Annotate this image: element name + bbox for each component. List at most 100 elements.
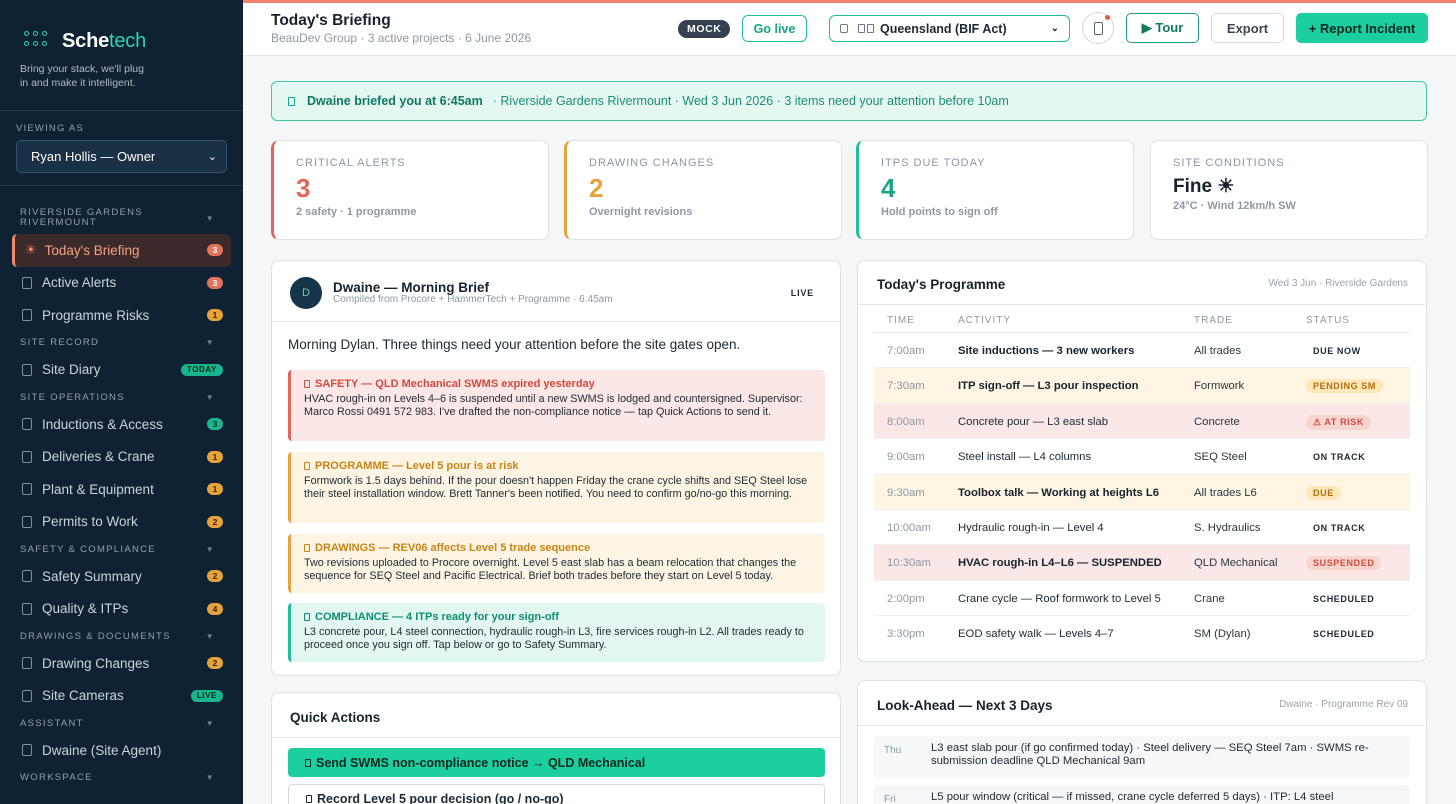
sidebar: Schetech Bring your stack, we'll plug in… — [0, 0, 243, 804]
check-icon — [304, 613, 310, 621]
stat-detail: 2 safety · 1 programme — [296, 206, 417, 218]
alert-safety[interactable]: SAFETY — QLD Mechanical SWMS expired yes… — [288, 370, 825, 441]
status-badge: ON TRACK — [1313, 523, 1366, 533]
status-badge: PENDING SM — [1306, 379, 1384, 394]
calendar-icon — [304, 462, 310, 470]
table-row[interactable]: 9:00am Steel install — L4 columns SEQ St… — [874, 439, 1410, 475]
divider — [858, 725, 1426, 726]
count-badge: 3 — [207, 276, 223, 289]
section-site-record[interactable]: SITE RECORD ▼ — [0, 332, 243, 354]
status-badge: DUE — [1306, 485, 1341, 500]
sidebar-item-drawing-changes[interactable]: Drawing Changes 2 — [0, 647, 243, 680]
shield-icon — [22, 570, 32, 583]
check-icon — [22, 602, 32, 615]
count-badge: 1 — [207, 450, 223, 463]
wrench-icon — [22, 483, 32, 496]
stat-site-conditions[interactable]: SITE CONDITIONS Fine ☀ 24°C · Wind 12km/… — [1150, 140, 1428, 240]
brief-greeting: Morning Dylan. Three things need your at… — [288, 337, 741, 352]
mobile-preview-button[interactable] — [1082, 12, 1114, 44]
sidebar-item-site-cameras[interactable]: Site Cameras LIVE — [0, 680, 243, 713]
look-ahead-title: Look-Ahead — Next 3 Days — [877, 698, 1053, 713]
section-site-operations[interactable]: SITE OPERATIONS ▼ — [0, 386, 243, 408]
record-pour-decision-button[interactable]: Record Level 5 pour decision (go / no-go… — [288, 784, 825, 804]
send-swms-notice-button[interactable]: Send SWMS non-compliance notice → QLD Me… — [288, 748, 825, 777]
briefing-banner: Dwaine briefed you at 6:45am · Riverside… — [271, 81, 1427, 121]
count-badge: 2 — [207, 657, 223, 670]
stat-drawing-changes[interactable]: DRAWING CHANGES 2 Overnight revisions — [564, 140, 842, 240]
live-badge: LIVE — [190, 689, 223, 702]
sidebar-item-programme-risks[interactable]: Programme Risks 1 — [0, 299, 243, 332]
programme-header: Today's Programme Wed 3 Jun · Riverside … — [858, 261, 1426, 305]
stat-itps-due[interactable]: ITPS DUE TODAY 4 Hold points to sign off — [856, 140, 1134, 240]
section-safety-compliance[interactable]: SAFETY & COMPLIANCE ▼ — [0, 538, 243, 560]
list-item[interactable]: Fri L5 pour window (critical — if missed… — [874, 785, 1410, 804]
sidebar-item-deliveries-crane[interactable]: Deliveries & Crane 1 — [0, 441, 243, 474]
status-badge: DUE NOW — [1313, 346, 1361, 356]
phone-icon — [1093, 21, 1103, 35]
chevron-down-icon: ⌄ — [207, 151, 217, 163]
viewing-as-select[interactable]: Ryan Hollis — Owner ⌄ — [16, 140, 227, 173]
table-row[interactable]: 8:00am Concrete pour — L3 east slab Conc… — [874, 403, 1410, 440]
alert-drawings[interactable]: DRAWINGS — REV06 affects Level 5 trade s… — [288, 534, 825, 593]
status-badge: SCHEDULED — [1313, 593, 1375, 604]
sidebar-item-permits-to-work[interactable]: Permits to Work 2 — [0, 506, 243, 539]
sidebar-item-quality-itps[interactable]: Quality & ITPs 4 — [0, 593, 243, 626]
diary-icon — [22, 363, 32, 376]
look-ahead-meta: Dwaine · Programme Rev 09 — [1279, 699, 1408, 710]
sidebar-item-dwaine-site-agent[interactable]: Dwaine (Site Agent) — [0, 734, 243, 767]
mock-badge: MOCK — [678, 20, 731, 38]
sidebar-item-todays-briefing[interactable]: ☀ Today's Briefing 3 — [12, 234, 231, 267]
region-select[interactable]: Queensland (BIF Act) ⌄ — [829, 15, 1070, 42]
alert-compliance[interactable]: COMPLIANCE — 4 ITPs ready for your sign-… — [288, 603, 825, 662]
table-row[interactable]: 10:00am Hydraulic rough-in — Level 4 S. … — [874, 510, 1410, 546]
chevron-down-icon: ▼ — [205, 773, 215, 782]
sun-icon: ☀ — [25, 242, 37, 258]
live-tag: LIVE — [790, 288, 814, 298]
table-row[interactable]: 10:30am HVAC rough-in L4–L6 — SUSPENDED … — [874, 545, 1410, 581]
brief-subtitle: Compiled from Procore + HammerTech + Pro… — [333, 294, 613, 305]
count-badge: 2 — [207, 570, 223, 583]
permit-icon — [22, 515, 32, 528]
go-live-button[interactable]: Go live — [742, 15, 807, 42]
table-row[interactable]: 2:00pm Crane cycle — Roof formwork to Le… — [874, 581, 1410, 617]
chart-icon — [22, 309, 32, 322]
morning-brief-card: D Dwaine — Morning Brief Compiled from P… — [271, 260, 841, 676]
column-trade: TRADE — [1194, 315, 1233, 326]
section-project[interactable]: RIVERSIDE GARDENS RIVERMOUNT ▼ — [0, 206, 243, 230]
viewing-as-label: VIEWING AS — [16, 123, 84, 134]
page-subtitle: BeauDev Group · 3 active projects · 6 Ju… — [271, 31, 532, 45]
chevron-down-icon: ▼ — [205, 392, 215, 402]
section-drawings-documents[interactable]: DRAWINGS & DOCUMENTS ▼ — [0, 625, 243, 647]
section-workspace[interactable]: WORKSPACE ▼ — [0, 767, 243, 789]
table-row[interactable]: 3:30pm EOD safety walk — Levels 4–7 SM (… — [874, 616, 1410, 651]
status-badge: SUSPENDED — [1306, 556, 1382, 571]
sidebar-item-site-diary[interactable]: Site Diary TODAY — [0, 354, 243, 387]
table-row[interactable]: 7:30am ITP sign-off — L3 pour inspection… — [874, 368, 1410, 404]
table-row[interactable]: 7:00am Site inductions — 3 new workers A… — [874, 333, 1410, 369]
brand-tagline: Bring your stack, we'll plug in and make… — [20, 63, 144, 89]
send-icon — [305, 758, 311, 767]
stat-value: 4 — [881, 173, 896, 203]
stat-label: SITE CONDITIONS — [1173, 157, 1285, 169]
report-incident-button[interactable]: + Report Incident — [1296, 13, 1428, 43]
list-item[interactable]: Thu L3 east slab pour (if go confirmed t… — [874, 736, 1410, 778]
checklist-icon — [306, 794, 312, 803]
programme-meta: Wed 3 Jun · Riverside Gardens — [1268, 278, 1408, 289]
sidebar-item-active-alerts[interactable]: Active Alerts 3 — [0, 267, 243, 300]
sidebar-item-inductions-access[interactable]: Inductions & Access 3 — [0, 408, 243, 441]
section-assistant[interactable]: ASSISTANT ▼ — [0, 712, 243, 734]
column-status: STATUS — [1306, 315, 1350, 326]
export-button[interactable]: Export — [1211, 13, 1284, 43]
sidebar-item-plant-equipment[interactable]: Plant & Equipment 1 — [0, 473, 243, 506]
tour-button[interactable]: ▶ Tour — [1126, 13, 1199, 43]
alert-programme[interactable]: PROGRAMME — Level 5 pour is at risk Form… — [288, 452, 825, 523]
page-title: Today's Briefing — [271, 12, 391, 29]
stat-label: CRITICAL ALERTS — [296, 157, 406, 169]
sidebar-item-safety-summary[interactable]: Safety Summary 2 — [0, 560, 243, 593]
brand[interactable]: Schetech — [0, 0, 243, 54]
document-icon — [22, 657, 32, 670]
stat-critical-alerts[interactable]: CRITICAL ALERTS 3 2 safety · 1 programme — [271, 140, 549, 240]
column-activity: ACTIVITY — [958, 315, 1012, 326]
badge-icon — [22, 418, 32, 431]
table-row[interactable]: 9:30am Toolbox talk — Working at heights… — [874, 474, 1410, 510]
